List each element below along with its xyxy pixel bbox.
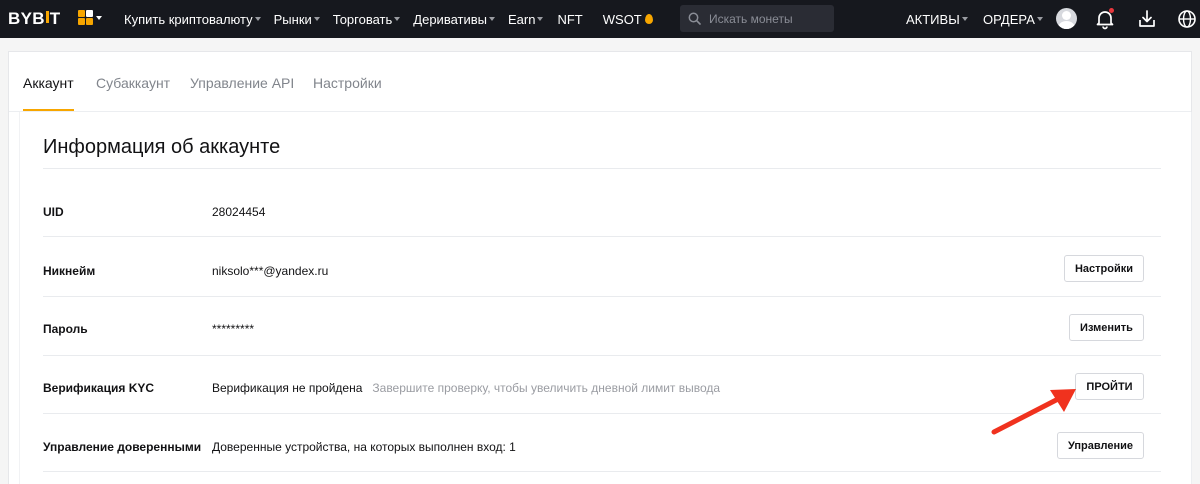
section-title: Информация об аккаунте: [43, 136, 281, 158]
download-app-button[interactable]: [1136, 8, 1158, 30]
main-menu: Купить криптовалюту Рынки Торговать Дери…: [124, 0, 653, 38]
notifications-button[interactable]: [1094, 8, 1116, 30]
logo-accent-bar: [45, 11, 49, 23]
annotation-arrow: [991, 389, 1076, 435]
orders-menu[interactable]: ОРДЕРА: [983, 0, 1043, 38]
divider: [43, 168, 1161, 169]
caret-down-icon: [489, 17, 495, 21]
divider: [43, 471, 1161, 472]
nav-trade-label: Торговать: [332, 11, 393, 27]
caret-down-icon: [394, 17, 401, 21]
divider: [43, 296, 1161, 297]
language-button[interactable]: [1176, 8, 1198, 30]
nav-nft-label: NFT: [557, 11, 583, 27]
tab-subaccount[interactable]: Субаккаунт: [96, 75, 170, 91]
chevron-down-icon: [96, 16, 102, 20]
account-tabs: Аккаунт Субаккаунт Управление API Настро…: [9, 52, 1191, 112]
nav-derivatives[interactable]: Деривативы: [413, 0, 495, 38]
caret-down-icon: [254, 17, 261, 21]
top-navigation: BYB T Купить криптовалюту Рынки Торговать…: [0, 0, 1200, 38]
nav-markets[interactable]: Рынки: [274, 0, 320, 38]
uid-value: 28024454: [212, 205, 266, 219]
assets-menu[interactable]: АКТИВЫ: [906, 0, 968, 38]
kyc-status: Верификация не пройдена Завершите проверк…: [212, 381, 720, 395]
nav-buy-crypto[interactable]: Купить криптовалюту: [124, 0, 261, 38]
apps-grid-icon[interactable]: [78, 10, 102, 28]
notification-dot: [1109, 8, 1114, 13]
coin-search-box[interactable]: [680, 5, 834, 32]
download-icon: [1139, 10, 1155, 27]
caret-down-icon: [537, 17, 544, 21]
password-label: Пароль: [43, 322, 88, 336]
nav-markets-label: Рынки: [273, 11, 312, 27]
bybit-logo[interactable]: BYB T: [8, 9, 60, 29]
flame-icon: [644, 14, 653, 24]
content-divider: [1191, 112, 1192, 484]
active-tab-indicator: [23, 109, 74, 111]
nav-earn-label: Earn: [508, 11, 536, 27]
assets-menu-label: АКТИВЫ: [906, 11, 960, 27]
nav-nft[interactable]: NFT: [557, 0, 582, 38]
caret-down-icon: [313, 17, 320, 21]
trusted-devices-label: Управление доверенными: [43, 440, 202, 454]
nav-derivatives-label: Деривативы: [413, 11, 487, 27]
logo-text-left: BYB: [8, 9, 45, 28]
content-divider: [19, 112, 20, 484]
search-icon: [688, 12, 701, 25]
nickname-value: niksolo***@yandex.ru: [212, 264, 329, 278]
nickname-label: Никнейм: [43, 264, 96, 278]
nav-buy-crypto-label: Купить криптовалюту: [124, 11, 253, 27]
divider: [43, 355, 1161, 356]
uid-label: UID: [43, 205, 64, 219]
tab-account[interactable]: Аккаунт: [23, 75, 74, 91]
password-value: *********: [212, 322, 255, 336]
tab-api-management[interactable]: Управление API: [190, 75, 294, 91]
nickname-settings-button[interactable]: Настройки: [1064, 255, 1144, 282]
nav-wsot[interactable]: WSOT: [603, 0, 653, 38]
tab-settings[interactable]: Настройки: [313, 75, 382, 91]
logo-text-right: T: [49, 9, 61, 28]
caret-down-icon: [1036, 17, 1043, 21]
nav-trade[interactable]: Торговать: [333, 0, 401, 38]
kyc-status-value: Верификация не пройдена: [212, 381, 363, 395]
caret-down-icon: [961, 17, 968, 21]
trusted-devices-value: Доверенные устройства, на которых выполн…: [212, 440, 516, 454]
divider: [43, 236, 1161, 237]
search-input[interactable]: [709, 11, 829, 26]
change-password-button[interactable]: Изменить: [1069, 314, 1144, 341]
globe-icon: [1178, 10, 1196, 28]
user-avatar-icon[interactable]: [1056, 8, 1077, 29]
kyc-label: Верификация KYC: [43, 381, 155, 395]
nav-wsot-label: WSOT: [602, 11, 642, 27]
kyc-hint: Завершите проверку, чтобы увеличить днев…: [372, 381, 721, 395]
nav-earn[interactable]: Earn: [508, 0, 544, 38]
orders-menu-label: ОРДЕРА: [983, 11, 1035, 27]
